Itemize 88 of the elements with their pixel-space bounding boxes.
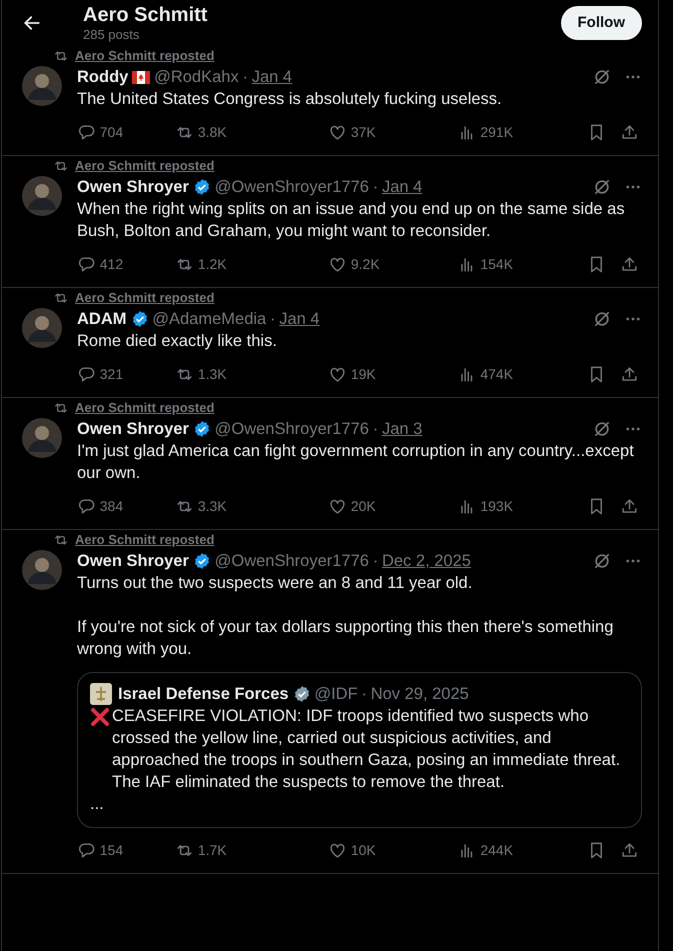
repost-label[interactable]: Aero Schmitt reposted (75, 290, 214, 306)
post-date[interactable]: Jan 4 (252, 66, 292, 88)
stat-count: 474K (480, 365, 514, 384)
like-icon[interactable] (328, 365, 348, 384)
reply-icon[interactable] (77, 123, 96, 142)
author-name[interactable]: Israel Defense Forces (118, 683, 289, 705)
author-handle[interactable]: @OwenShroyer1776 (214, 418, 369, 440)
share-icon[interactable] (620, 123, 640, 142)
share-icon[interactable] (620, 365, 640, 384)
repost-label[interactable]: Aero Schmitt reposted (75, 400, 214, 416)
avatar[interactable] (22, 66, 62, 106)
reply-icon[interactable] (77, 841, 96, 860)
post-text: Rome died exactly like this. (77, 331, 278, 352)
stat-count: 9.2K (350, 255, 380, 274)
post-text: I'm just glad America can fight government corruption in any country...except our own. (77, 441, 635, 484)
stat-count: 19K (350, 365, 376, 384)
repost-label[interactable]: Aero Schmitt reposted (75, 48, 214, 64)
reply-icon[interactable] (77, 497, 96, 516)
stat-count: 20K (350, 497, 376, 516)
post-date[interactable]: Dec 2, 2025 (382, 550, 471, 572)
stat-count: 1.7K (198, 841, 227, 860)
follow-button[interactable]: Follow (560, 6, 642, 40)
stat-count: 1.2K (198, 255, 227, 274)
avatar[interactable] (22, 550, 62, 590)
stat-count: 10K (350, 841, 376, 860)
repost-label[interactable]: Aero Schmitt reposted (75, 158, 214, 174)
post-date[interactable]: Jan 4 (279, 308, 320, 330)
reply-icon[interactable] (77, 365, 96, 384)
author-handle[interactable]: @IDF (314, 683, 358, 705)
avatar[interactable] (22, 176, 62, 216)
page-title: Aero Schmitt (83, 3, 208, 27)
share-icon[interactable] (620, 255, 640, 274)
author-name[interactable]: ADAM (77, 308, 126, 330)
author-handle[interactable]: @RodKahx (154, 66, 239, 88)
post-text: Turns out the two suspects were an 8 and 11 year old. (77, 573, 474, 594)
stat-count: 704 (100, 123, 124, 142)
separator-dot: · (372, 551, 378, 572)
separator-dot: · (372, 177, 378, 198)
post-date[interactable]: Nov 29, 2025 (370, 683, 469, 705)
stat-count: 244K (480, 841, 514, 860)
post-date[interactable]: Jan 4 (382, 176, 422, 198)
post-text: When the right wing splits on an issue and you end up on the same side as Bush, Bolton and Graham, you might want to reconsider. (77, 199, 626, 242)
author-name[interactable]: Owen Shroyer (77, 418, 189, 440)
stat-count: 321 (100, 365, 124, 384)
stat-count: 154K (480, 255, 514, 274)
reply-icon[interactable] (77, 255, 96, 274)
stat-count: 3.3K (198, 497, 227, 516)
quote-text: ... (90, 794, 105, 815)
repost-label[interactable]: Aero Schmitt reposted (75, 532, 214, 548)
author-handle[interactable]: @AdameMedia (152, 308, 266, 330)
stat-count: 384 (100, 497, 124, 516)
grok-icon[interactable] (592, 67, 612, 87)
stat-count: 193K (480, 497, 514, 516)
separator-dot: · (242, 67, 248, 88)
share-icon[interactable] (620, 841, 640, 860)
author-handle[interactable]: @OwenShroyer1776 (214, 550, 369, 572)
avatar (90, 683, 112, 705)
author-handle[interactable]: @OwenShroyer1776 (214, 176, 369, 198)
grok-icon[interactable] (592, 419, 612, 439)
avatar[interactable] (22, 418, 62, 458)
post-date[interactable]: Jan 3 (382, 418, 422, 440)
separator-dot: · (372, 419, 378, 440)
separator-dot: · (270, 309, 276, 330)
stat-count: 1.3K (198, 365, 227, 384)
share-icon[interactable] (620, 497, 640, 516)
post-text: The United States Congress is absolutely fucking useless. (77, 89, 503, 110)
like-icon[interactable] (328, 497, 348, 516)
quote-text: CEASEFIRE VIOLATION: IDF troops identified two suspects who crossed the yellow line, carried out suspicious activities, and approached the troops in southern Gaza, posing an immediate threat. The IAF eliminated the suspects to remove the threat. (112, 706, 622, 793)
stat-count: 37K (350, 123, 376, 142)
stat-count: 412 (100, 255, 124, 274)
like-icon[interactable] (328, 841, 348, 860)
like-icon[interactable] (328, 255, 348, 274)
stat-count: 3.8K (198, 123, 227, 142)
post-text: If you're not sick of your tax dollars supporting this then there's something wrong with you. (77, 617, 614, 660)
author-name[interactable]: Roddy (77, 66, 128, 88)
grok-icon[interactable] (592, 309, 612, 329)
post-count: 285 posts (83, 27, 140, 43)
stat-count: 291K (480, 123, 514, 142)
back-icon[interactable] (22, 13, 42, 33)
grok-icon[interactable] (592, 177, 612, 197)
separator-dot: · (361, 684, 367, 705)
like-icon[interactable] (328, 123, 348, 142)
cross-icon (90, 707, 110, 727)
grok-icon[interactable] (592, 551, 612, 571)
author-name[interactable]: Owen Shroyer (77, 550, 189, 572)
stat-count: 154 (100, 841, 124, 860)
avatar[interactable] (22, 308, 62, 348)
author-name[interactable]: Owen Shroyer (77, 176, 189, 198)
